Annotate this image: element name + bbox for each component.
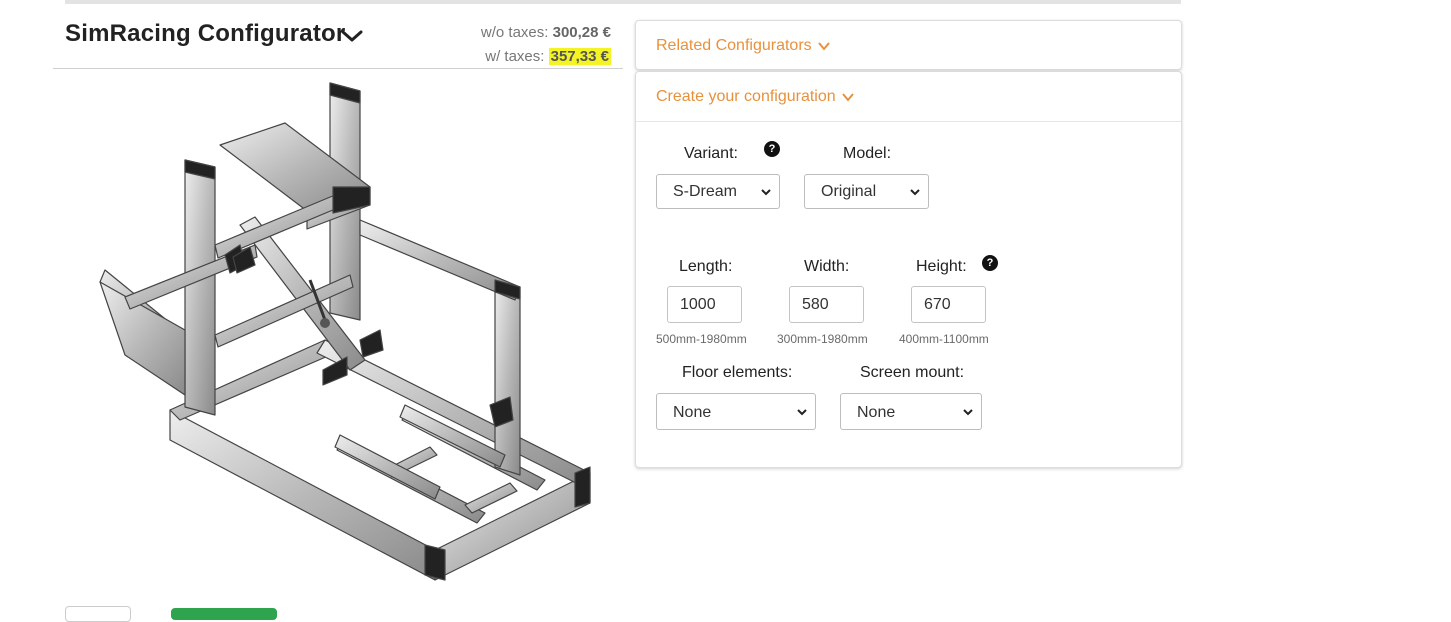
model-value: Original (821, 183, 877, 200)
header-divider (53, 68, 623, 69)
floor-elements-label: Floor elements: (682, 364, 793, 381)
chevron-down-icon (817, 42, 830, 51)
floor-elements-select[interactable]: None (656, 393, 816, 430)
variant-select[interactable]: S-Dream (656, 174, 780, 209)
height-input[interactable]: 670 (911, 286, 986, 323)
primary-button[interactable] (171, 608, 277, 620)
related-configurators-label: Related Configurators (656, 37, 812, 54)
price-without-taxes-value: 300,28 € (552, 24, 611, 41)
chevron-down-icon (797, 409, 807, 416)
floor-elements-value: None (673, 404, 712, 421)
price-with-taxes-label: w/ taxes: (485, 48, 545, 65)
width-label: Width: (804, 258, 850, 275)
screen-mount-label: Screen mount: (860, 364, 965, 381)
chevron-down-icon (910, 189, 920, 196)
screen-mount-value: None (857, 404, 896, 421)
width-input[interactable]: 580 (789, 286, 864, 323)
price-without-taxes: w/o taxes: 300,28 € (481, 24, 611, 41)
related-configurators-toggle[interactable]: Related Configurators (656, 37, 830, 55)
configuration-panel: Create your configuration Variant: ? S-D… (635, 71, 1182, 468)
height-label: Height: (916, 258, 967, 275)
width-hint: 300mm-1980mm (777, 332, 868, 346)
length-input[interactable]: 1000 (667, 286, 742, 323)
model-select[interactable]: Original (804, 174, 929, 209)
related-configurators-panel: Related Configurators (635, 20, 1182, 70)
chevron-down-icon (761, 189, 771, 196)
price-with-taxes: w/ taxes: 357,33 € (485, 48, 611, 65)
height-hint: 400mm-1100mm (899, 332, 989, 346)
model-label: Model: (843, 145, 892, 162)
configuration-toggle[interactable]: Create your configuration (656, 88, 854, 106)
screen-mount-select[interactable]: None (840, 393, 982, 430)
product-image (99, 82, 591, 581)
price-with-taxes-value: 357,33 € (548, 48, 611, 65)
configuration-label: Create your configuration (656, 88, 836, 105)
panel-divider (636, 121, 1181, 122)
top-bar (65, 0, 1181, 4)
secondary-button[interactable] (65, 606, 131, 622)
chevron-down-icon[interactable] (341, 27, 363, 45)
variant-label: Variant: (684, 145, 738, 162)
length-label: Length: (679, 258, 733, 275)
length-hint: 500mm-1980mm (656, 332, 747, 346)
price-without-taxes-label: w/o taxes: (480, 24, 549, 41)
help-icon[interactable]: ? (764, 141, 780, 157)
page-title: SimRacing Configurator (65, 20, 346, 47)
chevron-down-icon (963, 409, 973, 416)
help-icon[interactable]: ? (982, 255, 998, 271)
variant-value: S-Dream (673, 183, 738, 200)
chevron-down-icon (841, 93, 854, 102)
